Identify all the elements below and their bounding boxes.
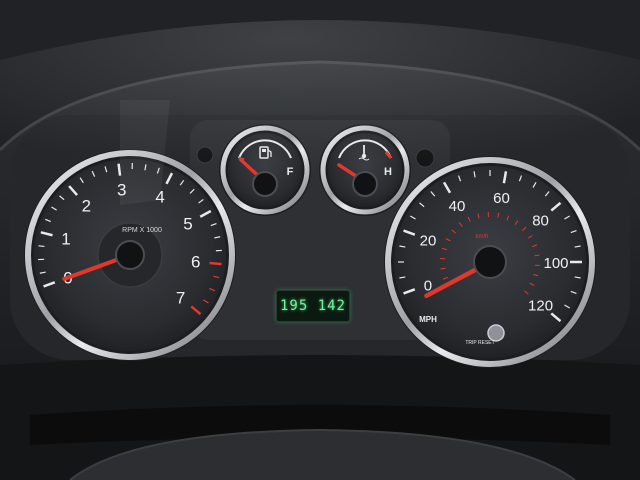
tach-tick-label: 5 [183, 214, 192, 233]
tach-major-tick [209, 261, 222, 266]
temp-hot-label: H [384, 166, 392, 178]
indicator-lamp-right [415, 148, 435, 168]
mph-tick-label: 60 [493, 190, 510, 207]
fuel-gauge: F [219, 124, 311, 216]
tach-tick-label: 2 [82, 197, 91, 216]
tach-tick-label: 6 [191, 253, 200, 272]
trip-reset-label: TRIP RESET [465, 340, 494, 346]
tachometer-unit-label: RPM X 1000 [122, 227, 162, 234]
kmh-unit-label: km/h [475, 234, 488, 240]
kmh-tick [440, 267, 446, 270]
tach-tick-label: 1 [61, 230, 70, 249]
mph-tick-label: 40 [449, 198, 466, 215]
fuel-full-label: F [287, 166, 294, 178]
odometer-display: 195 142 [276, 290, 350, 322]
mph-tick-label: 80 [532, 213, 549, 230]
mph-tick-label: 20 [420, 232, 437, 249]
mph-unit-label: MPH [419, 315, 437, 324]
instrument-cluster: 01234567 RPM X 1000 F H [0, 0, 640, 480]
tach-minor-tick [38, 245, 45, 248]
mph-tick-label: 100 [543, 255, 568, 272]
indicator-lamp-left [196, 146, 214, 164]
temperature-gauge: H [319, 124, 411, 216]
kmh-tick [534, 254, 540, 257]
tach-tick-label: 7 [176, 288, 185, 307]
odometer-reading: 195 142 [279, 298, 346, 314]
mph-tick-label: 120 [528, 297, 553, 314]
tach-major-tick [117, 163, 122, 176]
